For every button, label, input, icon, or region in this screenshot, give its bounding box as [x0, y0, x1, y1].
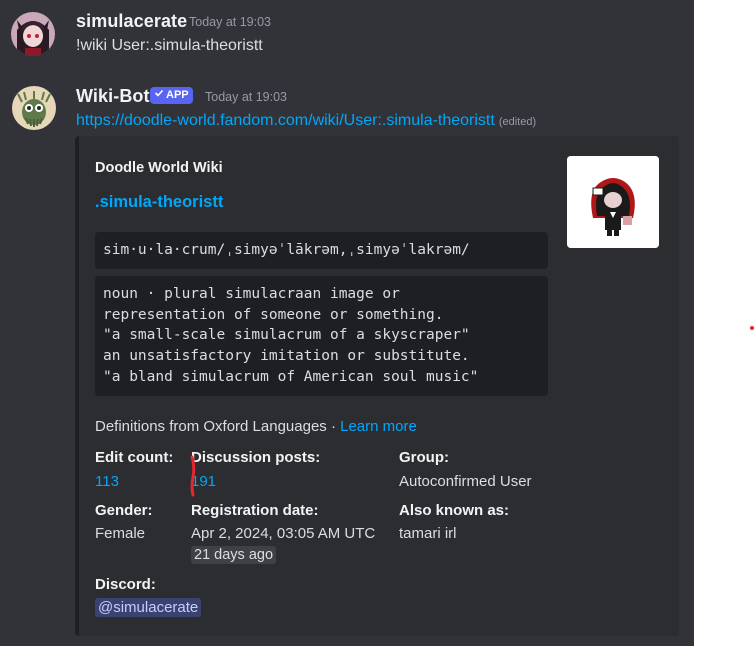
group-value: Autoconfirmed User — [399, 473, 532, 490]
red-annotation-dot — [750, 326, 754, 330]
definition-line: "a bland simulacrum of American soul mus… — [103, 368, 479, 385]
learn-more-link[interactable]: Learn more — [340, 418, 417, 435]
red-annotation-mark — [190, 455, 196, 497]
app-badge: APP — [150, 87, 193, 104]
definition-line: an unsatisfactory imitation or substitut… — [103, 348, 470, 365]
chat-panel: simulacerate Today at 19:03 !wiki User:.… — [0, 0, 694, 646]
definitions-source: Definitions from Oxford Languages · Lear… — [95, 418, 417, 435]
discord-label: Discord: — [95, 576, 156, 593]
wiki-embed: Doodle World Wiki .simula-theoristt sim·… — [75, 136, 679, 636]
checkmark-icon — [154, 87, 164, 104]
message-content: https://doodle-world.fandom.com/wiki/Use… — [76, 112, 536, 130]
embed-provider: Doodle World Wiki — [95, 160, 223, 176]
edited-label: (edited) — [498, 116, 537, 128]
pronunciation-block: sim·u·la·crum/ˌsimyəˈlākrəm,ˌsimyəˈlakrə… — [95, 232, 548, 269]
discord-mention[interactable]: @simulacerate — [95, 598, 202, 617]
message-content: !wiki User:.simula-theoristt — [76, 37, 263, 54]
group-label: Group: — [399, 449, 449, 466]
message-timestamp[interactable]: Today at 19:03 — [205, 90, 287, 104]
wiki-bot-avatar[interactable] — [12, 86, 56, 130]
registration-date-label: Registration date: — [191, 502, 319, 519]
definitions-source-text: Definitions from Oxford Languages · — [95, 418, 336, 435]
embed-title-link[interactable]: .simula-theoristt — [95, 193, 223, 212]
gender-label: Gender: — [95, 502, 153, 519]
simulacerate-avatar[interactable] — [11, 12, 55, 56]
edit-count-value[interactable]: 113 — [95, 473, 119, 490]
author-name[interactable]: Wiki-Bot — [76, 86, 150, 107]
author-name[interactable]: simulacerate — [76, 11, 187, 32]
app-badge-label: APP — [166, 89, 189, 101]
discussion-posts-label: Discussion posts: — [191, 449, 321, 466]
gender-value: Female — [95, 525, 146, 542]
embed-thumbnail[interactable] — [567, 156, 659, 248]
definition-block: noun · plural simulacraan image or repre… — [95, 276, 548, 396]
also-known-as-label: Also known as: — [399, 502, 510, 519]
message-timestamp[interactable]: Today at 19:03 — [189, 15, 271, 29]
registration-date-value: Apr 2, 2024, 03:05 AM UTC — [191, 525, 376, 542]
wiki-link[interactable]: https://doodle-world.fandom.com/wiki/Use… — [76, 112, 495, 129]
edit-count-label: Edit count: — [95, 449, 174, 466]
definition-line: representation of someone or something. — [103, 306, 444, 323]
definition-line: "a small-scale simulacrum of a skyscrape… — [103, 327, 470, 344]
definition-line: noun · plural simulacraan image or — [103, 286, 400, 302]
relative-time-badge[interactable]: 21 days ago — [191, 546, 277, 564]
also-known-as-value: tamari irl — [399, 525, 457, 542]
